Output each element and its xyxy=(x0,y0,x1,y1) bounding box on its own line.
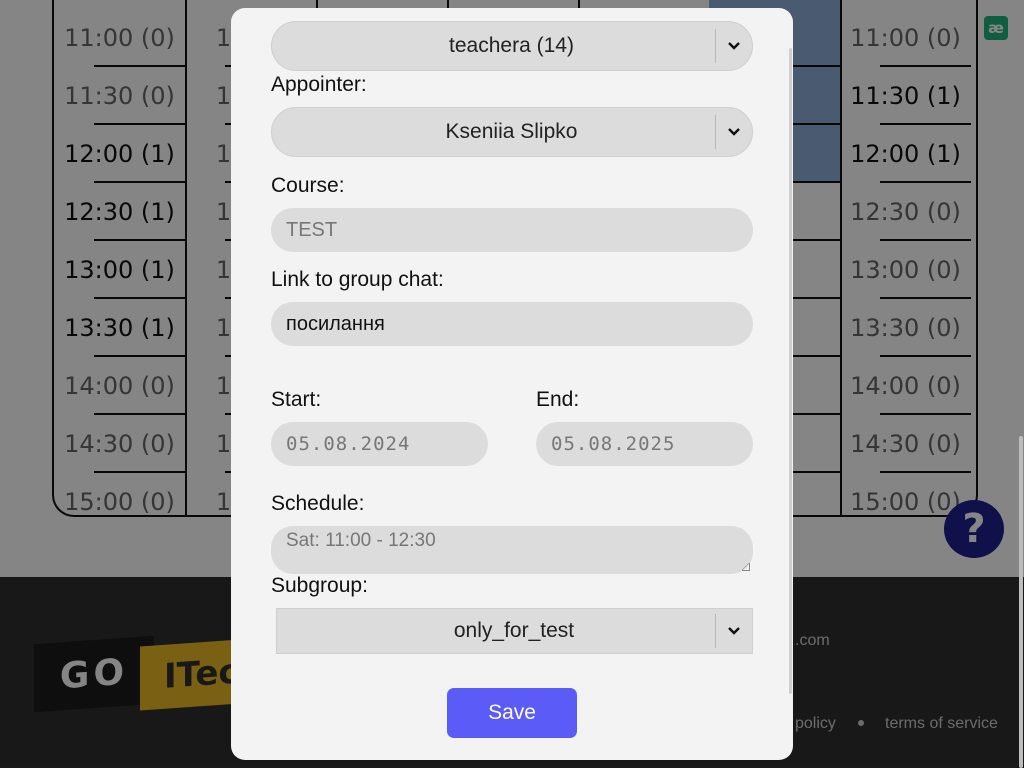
group-chat-label: Link to group chat: xyxy=(271,268,444,291)
start-date-input[interactable]: 05.08.2024 xyxy=(271,422,488,466)
save-button[interactable]: Save xyxy=(447,688,577,738)
schedule-textarea[interactable]: Sat: 11:00 - 12:30 xyxy=(271,526,753,574)
course-label: Course: xyxy=(271,174,345,197)
chevron-down-icon xyxy=(716,41,752,51)
teacher-select[interactable]: teachera (14) xyxy=(271,21,753,71)
teacher-select-value: teachera (14) xyxy=(449,34,574,57)
schedule-textarea-text: Sat: 11:00 - 12:30 xyxy=(286,530,436,551)
course-input[interactable]: TEST xyxy=(271,208,753,252)
resize-handle-icon[interactable] xyxy=(742,563,750,571)
start-label: Start: xyxy=(271,388,322,411)
appointer-select-value: Kseniia Slipko xyxy=(445,120,578,143)
appointer-label: Appointer: xyxy=(271,73,367,96)
end-label: End: xyxy=(536,388,580,411)
subgroup-select[interactable]: only_for_test xyxy=(276,608,753,654)
chevron-down-icon xyxy=(716,626,752,636)
modal-scrollbar[interactable] xyxy=(789,48,792,694)
subgroup-label: Subgroup: xyxy=(271,574,368,597)
page-scrollbar[interactable] xyxy=(1019,436,1023,768)
subgroup-select-value: only_for_test xyxy=(453,619,575,642)
end-date-input[interactable]: 05.08.2025 xyxy=(536,422,753,466)
appointer-select[interactable]: Kseniia Slipko xyxy=(271,107,753,157)
schedule-label: Schedule: xyxy=(271,492,365,515)
group-chat-input[interactable]: посилання xyxy=(271,302,753,346)
edit-group-modal: teachera (14) Appointer: Kseniia Slipko … xyxy=(231,8,793,760)
chevron-down-icon xyxy=(716,127,752,137)
